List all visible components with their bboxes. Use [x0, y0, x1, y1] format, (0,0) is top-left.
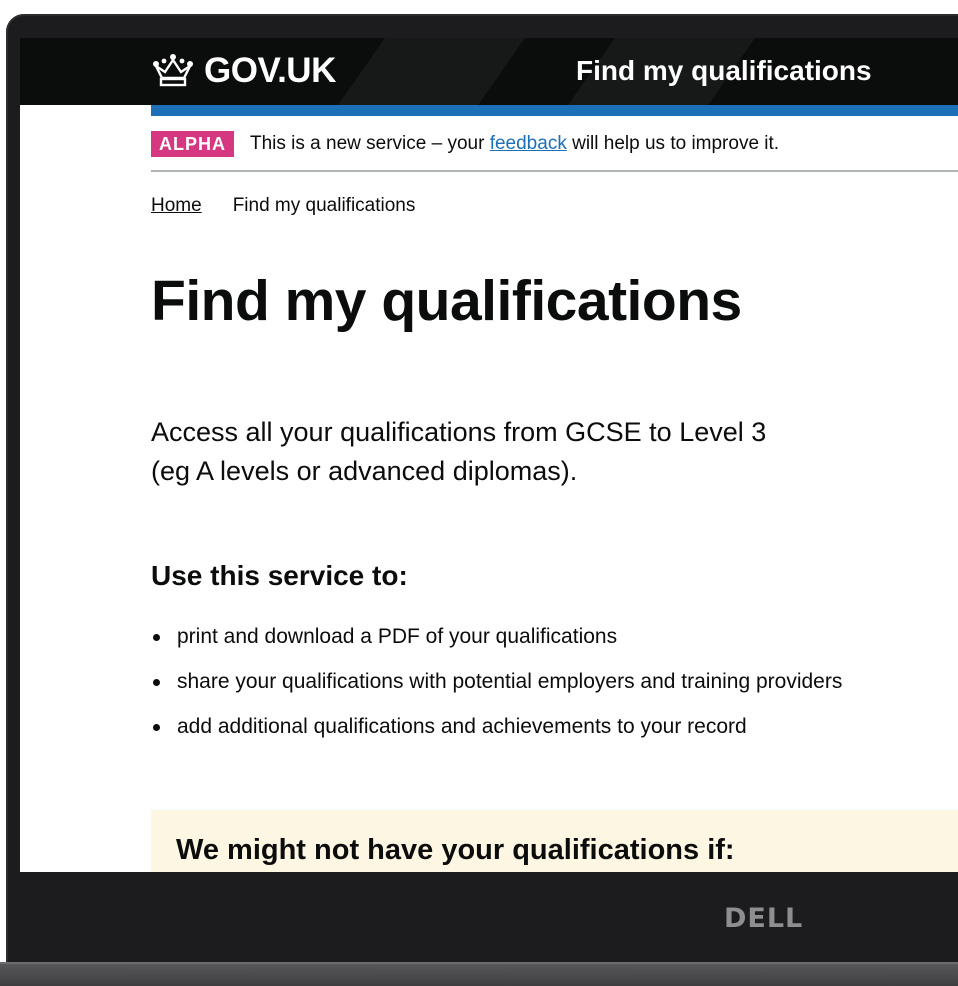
breadcrumb: Home Find my qualifications [151, 194, 415, 218]
phase-banner-text-start: This is a new service – your [250, 133, 490, 154]
laptop-frame: DELL GOV.UK Find my qualifications ALPHA… [0, 0, 958, 986]
notice-panel: We might not have your qualifications if… [151, 810, 958, 872]
phase-banner-text-end: will help us to improve it. [566, 133, 780, 154]
breadcrumb-current: Find my qualifications [232, 195, 416, 216]
screen: GOV.UK Find my qualifications ALPHA This… [20, 38, 958, 872]
laptop-brand-logo: DELL [724, 903, 804, 934]
intro-line-2: (eg A levels or advanced diplomas). [151, 456, 578, 486]
feedback-link[interactable]: feedback [490, 133, 567, 154]
service-name-link[interactable]: Find my qualifications [576, 53, 872, 89]
phase-tag: ALPHA [151, 131, 234, 157]
list-item: add additional qualifications and achiev… [151, 708, 842, 753]
site-header: GOV.UK Find my qualifications [20, 38, 958, 105]
phase-banner-text: This is a new service – your feedback wi… [250, 132, 779, 156]
laptop-base [0, 964, 958, 986]
crown-icon[interactable] [151, 52, 195, 88]
intro-line-1: Access all your qualifications from GCSE… [151, 417, 767, 447]
breadcrumb-home-link[interactable]: Home [151, 195, 202, 216]
govuk-logo-link[interactable]: GOV.UK [204, 51, 336, 91]
list-item: share your qualifications with potential… [151, 663, 842, 708]
service-uses-list: print and download a PDF of your qualifi… [151, 618, 842, 753]
phase-banner: ALPHA This is a new service – your feedb… [151, 116, 958, 172]
intro-text: Access all your qualifications from GCSE… [151, 413, 911, 491]
list-item: print and download a PDF of your qualifi… [151, 618, 842, 663]
notice-title: We might not have your qualifications if… [176, 834, 735, 866]
header-blue-bar [151, 105, 958, 116]
page-title: Find my qualifications [151, 269, 742, 333]
service-uses-heading: Use this service to: [151, 560, 408, 591]
